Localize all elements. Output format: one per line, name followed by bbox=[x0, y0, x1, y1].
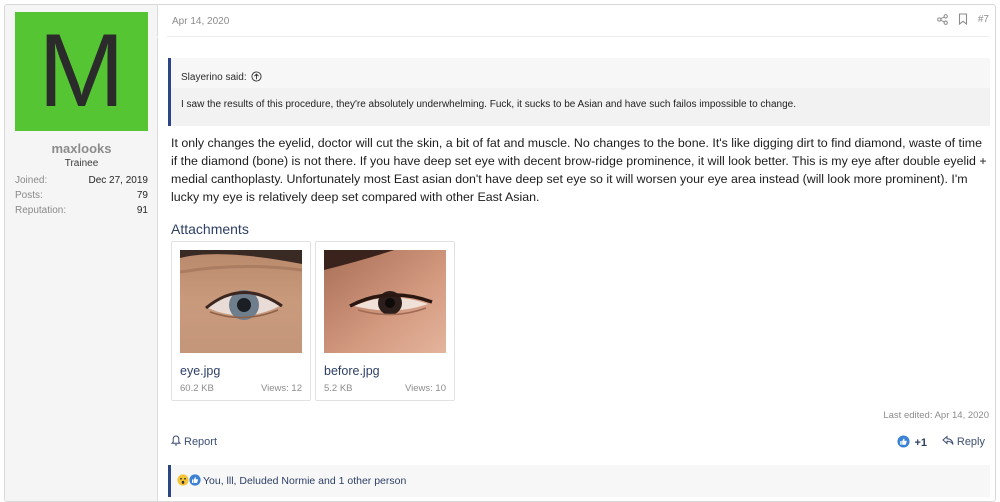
stat-joined: Joined: Dec 27, 2019 bbox=[15, 173, 148, 188]
like-count-value: +1 bbox=[914, 437, 927, 449]
user-stats: Joined: Dec 27, 2019 Posts: 79 Reputatio… bbox=[15, 173, 148, 218]
stat-label: Reputation: bbox=[15, 205, 67, 216]
reply-button[interactable]: Reply bbox=[942, 435, 985, 449]
attachment-meta: 5.2 KB Views: 10 bbox=[324, 383, 446, 394]
share-icon[interactable] bbox=[937, 13, 948, 25]
attachment-views: Views: 12 bbox=[260, 383, 302, 394]
attachment-eye[interactable]: eye.jpg 60.2 KB Views: 12 bbox=[171, 241, 311, 401]
bookmark-icon[interactable] bbox=[958, 13, 968, 25]
quote-header[interactable]: Slayerino said: bbox=[171, 58, 990, 88]
quote-block: Slayerino said: I saw the results of thi… bbox=[168, 58, 990, 126]
user-sidebar: M maxlooks Trainee Joined: Dec 27, 2019 … bbox=[5, 5, 158, 501]
shocked-emoji-icon bbox=[177, 473, 189, 489]
post-number[interactable]: #7 bbox=[978, 14, 989, 25]
post-header-icons: #7 bbox=[937, 13, 989, 25]
reply-label: Reply bbox=[956, 436, 985, 448]
quote-text: I saw the results of this procedure, the… bbox=[171, 88, 990, 126]
like-reaction-icon bbox=[189, 473, 201, 489]
reply-icon bbox=[942, 435, 954, 449]
stat-posts: Posts: 79 bbox=[15, 188, 148, 203]
attachment-thumbnail-before[interactable] bbox=[324, 250, 446, 353]
attachment-views: Views: 10 bbox=[404, 383, 446, 394]
user-title: Trainee bbox=[64, 158, 99, 169]
stat-label: Joined: bbox=[15, 175, 48, 186]
stat-value: Dec 27, 2019 bbox=[88, 175, 149, 186]
stat-value: 79 bbox=[136, 190, 148, 201]
jump-up-icon[interactable] bbox=[251, 70, 262, 85]
post: M maxlooks Trainee Joined: Dec 27, 2019 … bbox=[4, 4, 996, 502]
username[interactable]: maxlooks bbox=[5, 141, 158, 156]
reactions-text[interactable]: You, lll, Deluded Normie and 1 other per… bbox=[203, 475, 406, 487]
attachments-title: Attachments bbox=[171, 221, 249, 237]
post-body: It only changes the eyelid, doctor will … bbox=[171, 136, 987, 204]
post-actions: Report +1 Reply bbox=[170, 435, 989, 451]
bell-icon bbox=[170, 435, 182, 449]
post-main: Apr 14, 2020 #7 Slayerino said: I saw th… bbox=[159, 5, 995, 501]
attachment-meta: 60.2 KB Views: 12 bbox=[180, 383, 302, 394]
reactions-bar[interactable]: You, lll, Deluded Normie and 1 other per… bbox=[168, 465, 990, 497]
attachment-size: 5.2 KB bbox=[324, 383, 353, 394]
reaction-icons bbox=[177, 473, 201, 489]
attachment-filename[interactable]: eye.jpg bbox=[180, 364, 220, 378]
attachment-thumbnail-eye[interactable] bbox=[180, 250, 302, 353]
post-date[interactable]: Apr 14, 2020 bbox=[172, 16, 229, 27]
attachment-before[interactable]: before.jpg 5.2 KB Views: 10 bbox=[315, 241, 455, 401]
like-icon bbox=[897, 435, 910, 451]
attachment-size: 60.2 KB bbox=[180, 383, 214, 394]
like-count[interactable]: +1 bbox=[897, 435, 927, 451]
attachment-filename[interactable]: before.jpg bbox=[324, 364, 380, 378]
stat-value: 91 bbox=[136, 205, 148, 216]
post-header: Apr 14, 2020 #7 bbox=[167, 5, 989, 37]
avatar[interactable]: M bbox=[15, 12, 148, 131]
quote-author[interactable]: Slayerino said: bbox=[181, 72, 247, 83]
last-edited: Last edited: Apr 14, 2020 bbox=[883, 410, 989, 421]
report-label: Report bbox=[184, 436, 218, 448]
report-button[interactable]: Report bbox=[170, 435, 218, 449]
stat-reputation: Reputation: 91 bbox=[15, 203, 148, 218]
stat-label: Posts: bbox=[15, 190, 43, 201]
